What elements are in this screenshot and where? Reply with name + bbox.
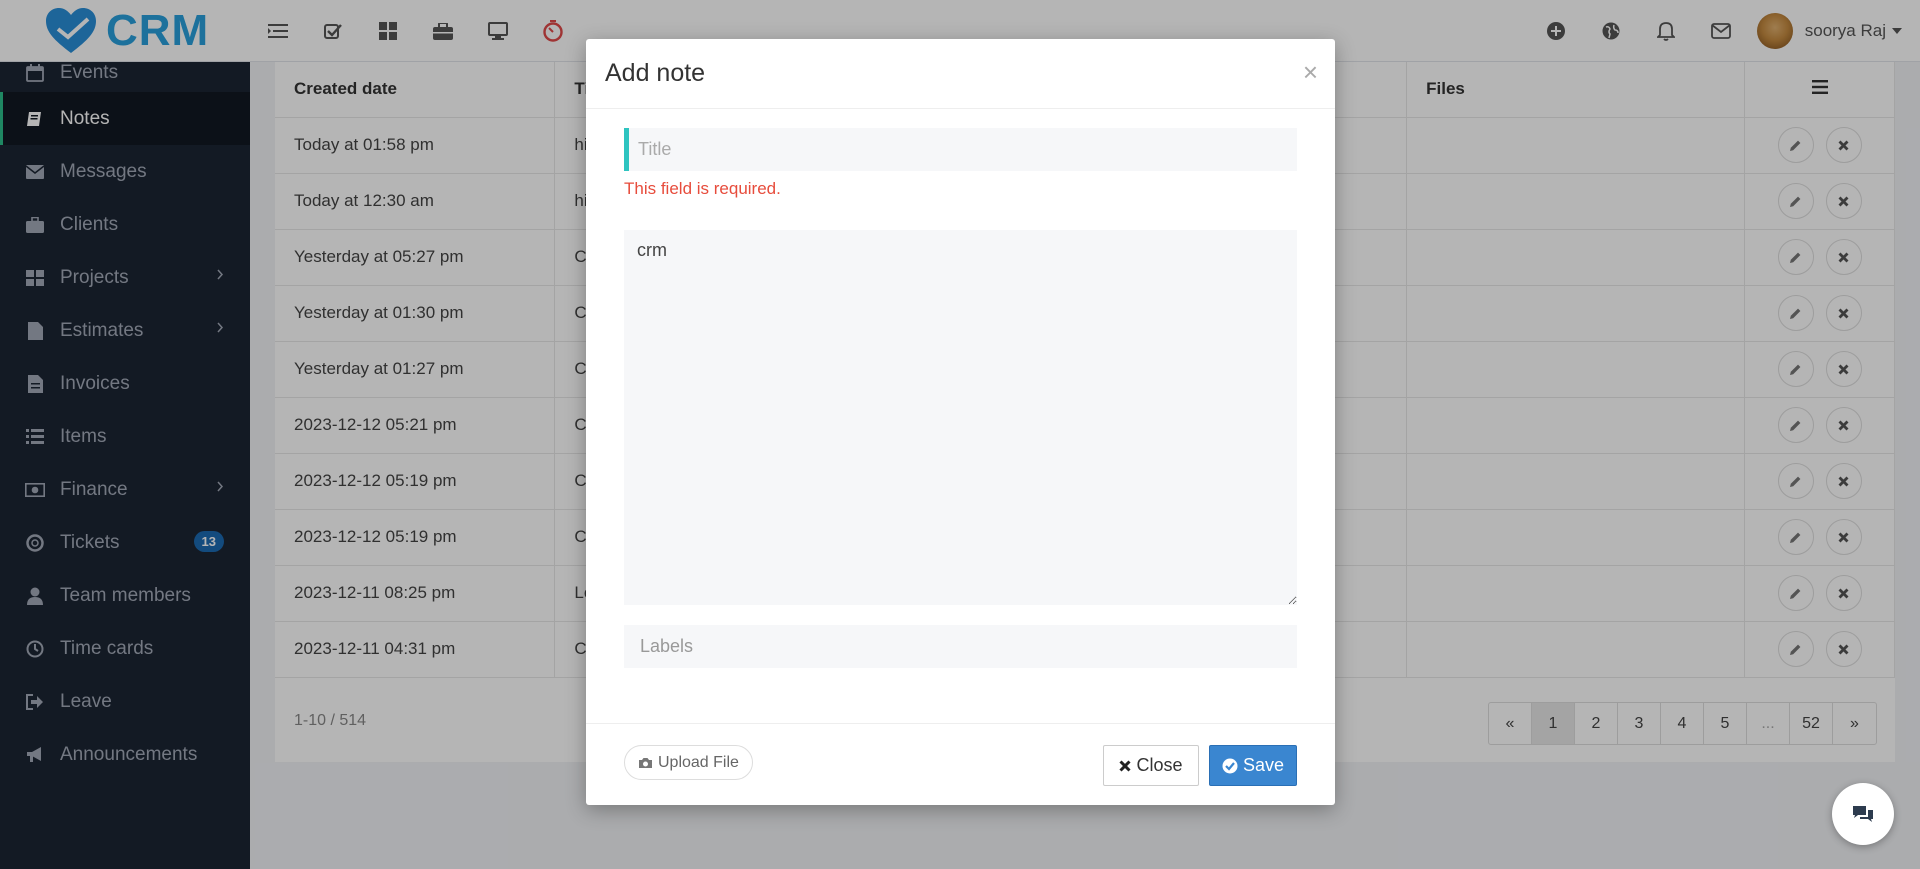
close-button[interactable]: Close bbox=[1103, 745, 1199, 786]
camera-icon bbox=[639, 757, 652, 768]
save-button[interactable]: Save bbox=[1209, 745, 1297, 786]
close-icon[interactable]: × bbox=[1303, 59, 1318, 85]
save-button-label: Save bbox=[1242, 755, 1285, 775]
chat-button[interactable] bbox=[1832, 783, 1894, 845]
modal-footer: Upload File Close Save bbox=[586, 723, 1335, 805]
close-icon bbox=[1119, 759, 1132, 772]
upload-file-label: Upload File bbox=[658, 753, 739, 771]
add-note-modal: Add note × This field is required. crm U… bbox=[586, 39, 1335, 805]
labels-input[interactable] bbox=[624, 625, 1297, 668]
modal-title: Add note bbox=[605, 59, 706, 87]
check-circle-icon bbox=[1222, 758, 1238, 773]
description-textarea[interactable]: crm bbox=[624, 230, 1297, 605]
title-input[interactable] bbox=[624, 128, 1297, 171]
modal-header: Add note × bbox=[586, 39, 1335, 109]
title-error-message: This field is required. bbox=[624, 179, 781, 198]
upload-file-button[interactable]: Upload File bbox=[624, 745, 753, 780]
close-button-label: Close bbox=[1136, 755, 1183, 775]
chat-bubbles-icon bbox=[1853, 806, 1873, 822]
